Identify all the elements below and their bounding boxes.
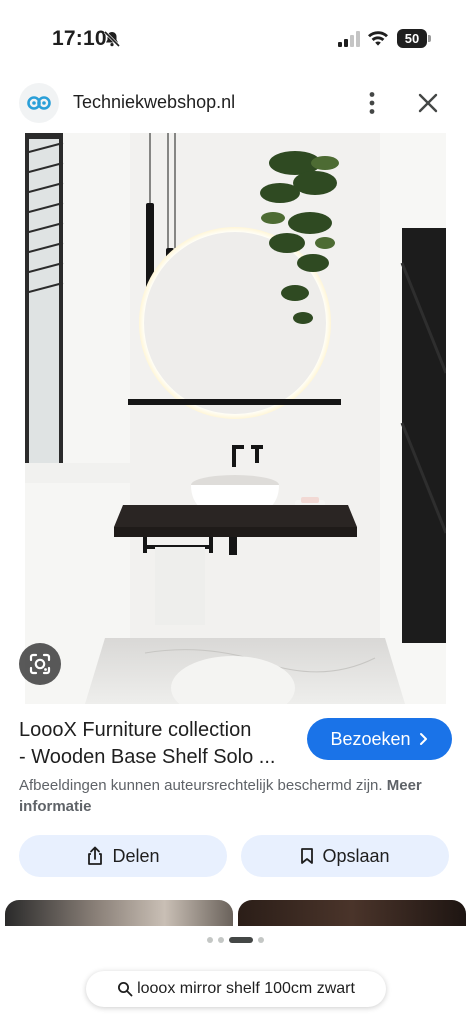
share-button-label: Delen [112, 845, 160, 866]
page-dot [218, 937, 224, 943]
bookmark-icon [301, 848, 314, 864]
bell-slash-icon [103, 30, 121, 48]
share-button[interactable]: Delen [19, 835, 227, 877]
page-dot [258, 937, 264, 943]
site-logo[interactable] [19, 83, 59, 123]
share-icon [88, 846, 103, 865]
bathroom-shelf-image [25, 133, 446, 704]
page-dot [207, 937, 213, 943]
related-thumbnail[interactable] [238, 900, 466, 926]
page-dot-active [229, 937, 253, 943]
site-name[interactable]: Techniekwebshop.nl [73, 92, 235, 113]
more-vert-icon[interactable] [360, 90, 384, 116]
related-thumbnail[interactable] [5, 900, 233, 926]
chevron-right-icon [419, 733, 427, 745]
site-header: Techniekwebshop.nl [0, 78, 471, 130]
copyright-text: Afbeeldingen kunnen auteursrechtelijk be… [19, 777, 383, 794]
search-query-text: looox mirror shelf 100cm zwart [137, 980, 355, 997]
result-image[interactable] [25, 133, 446, 704]
visit-button-label: Bezoeken [330, 728, 411, 749]
copyright-notice: Afbeeldingen kunnen auteursrechtelijk be… [19, 775, 459, 817]
search-query-chip[interactable]: looox mirror shelf 100cm zwart [86, 971, 386, 1007]
wifi-icon [368, 31, 388, 46]
google-lens-button[interactable] [19, 643, 61, 685]
save-button-label: Opslaan [322, 845, 390, 866]
result-title-line1: LoooX Furniture collection [19, 719, 252, 741]
status-time: 17:10 [52, 27, 107, 50]
lens-icon [29, 653, 51, 675]
status-bar: 17:10 50 [0, 0, 471, 74]
result-title[interactable]: LoooX Furniture collection - Wooden Base… [19, 717, 299, 771]
techniekwebshop-logo-icon [27, 96, 51, 110]
search-icon [118, 982, 133, 997]
close-icon[interactable] [417, 92, 439, 114]
battery-level: 50 [404, 31, 420, 46]
battery-icon: 50 [397, 29, 431, 48]
page-indicator [0, 937, 471, 943]
result-title-line2: - Wooden Base Shelf Solo ... [19, 746, 276, 768]
cellular-signal-icon [338, 31, 360, 47]
visit-button[interactable]: Bezoeken [307, 718, 452, 760]
save-button[interactable]: Opslaan [241, 835, 449, 877]
